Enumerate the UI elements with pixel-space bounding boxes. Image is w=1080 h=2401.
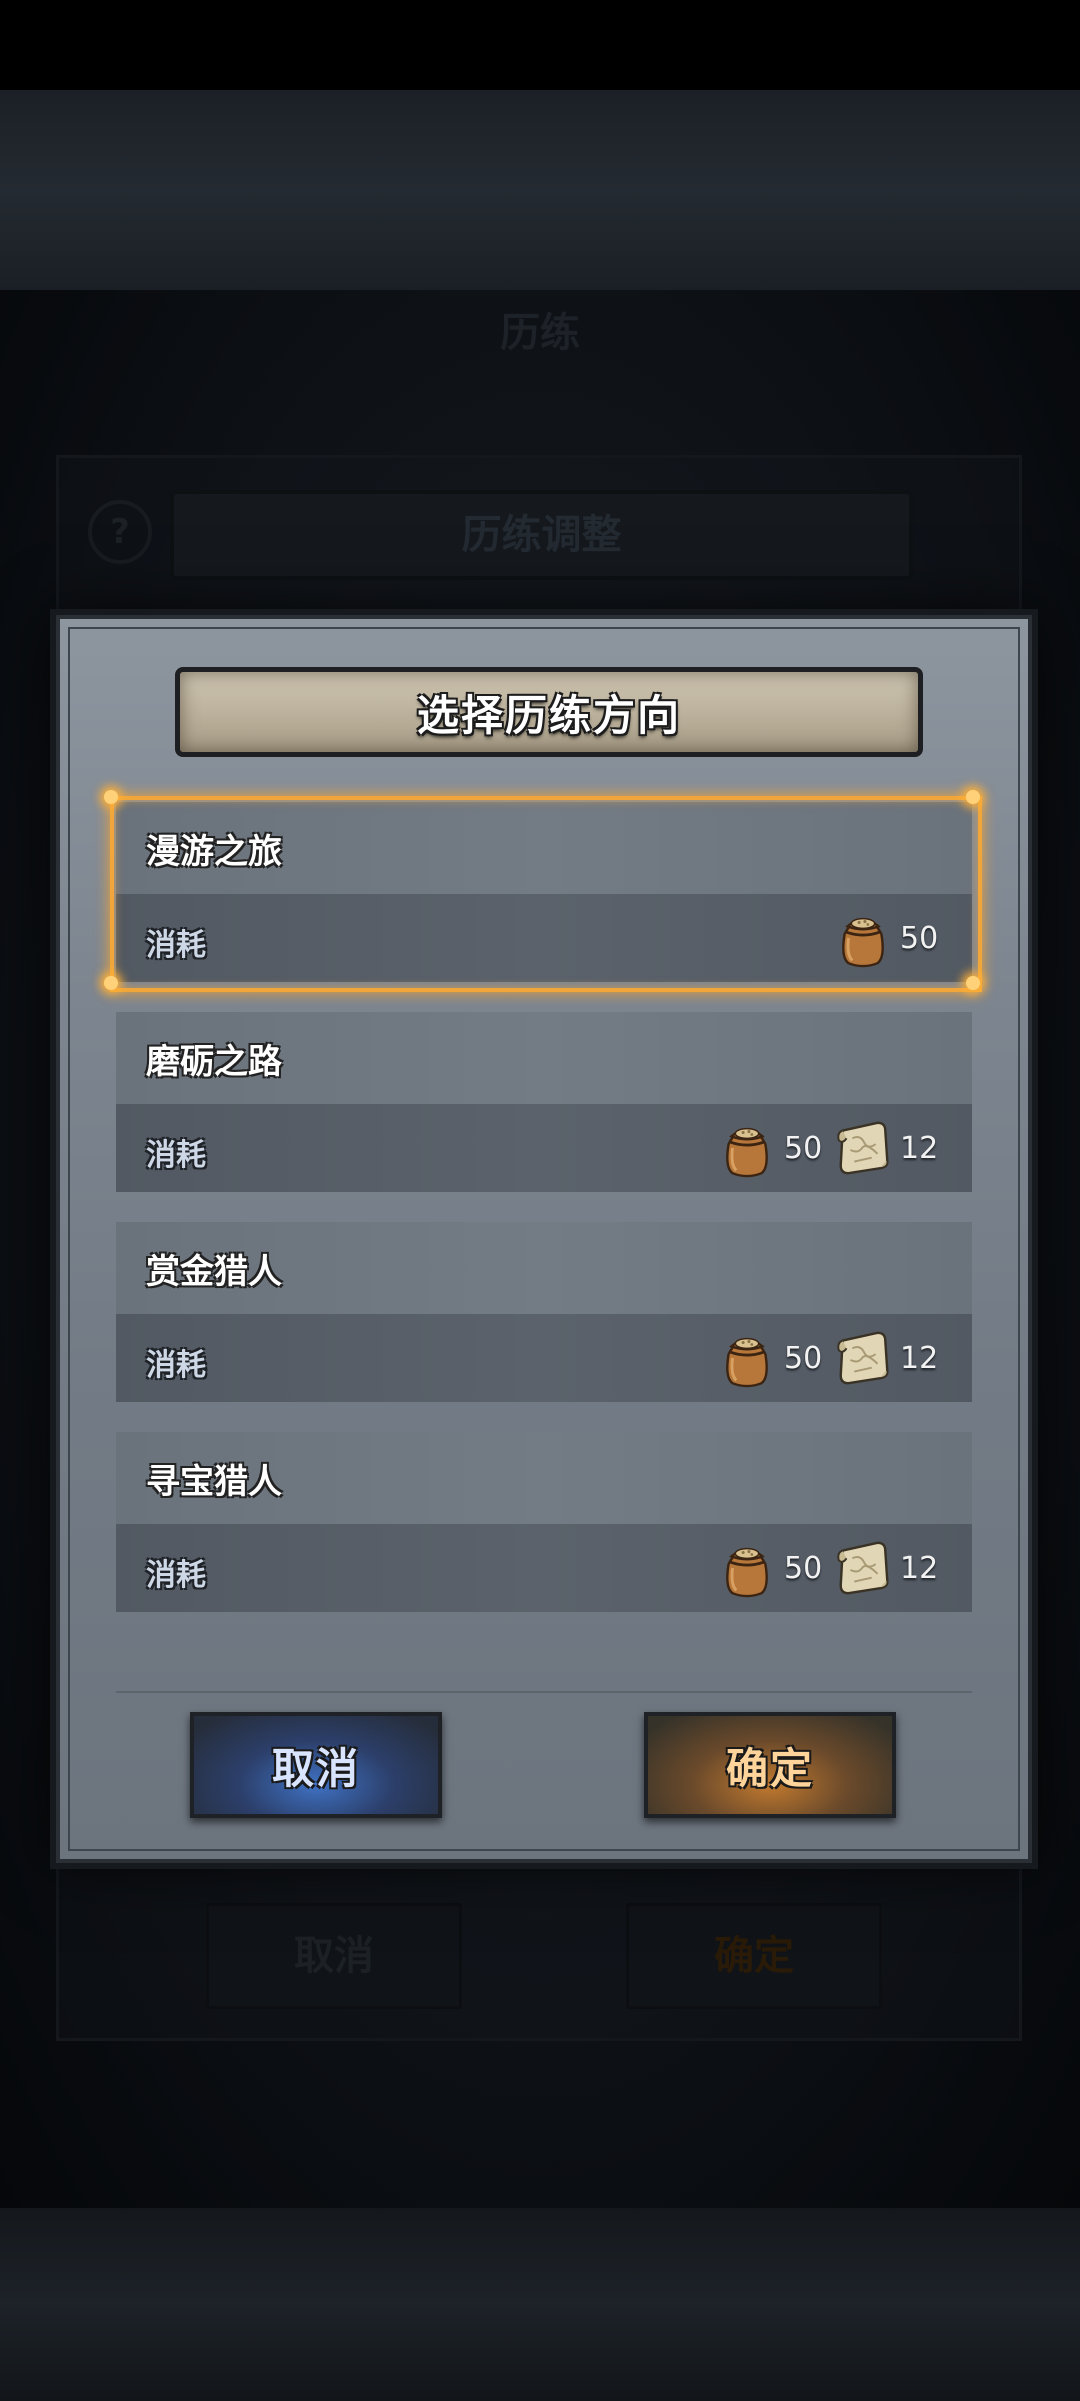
option-name: 寻宝猎人 — [146, 1462, 282, 1502]
scroll-map-icon — [837, 1331, 889, 1385]
scroll-map-icon — [837, 1541, 889, 1595]
cost-item: 50 — [834, 906, 942, 970]
dialog-divider — [116, 1691, 972, 1693]
confirm-button-label: 确定 — [725, 1743, 814, 1793]
training-option[interactable]: 漫游之旅消耗 50 — [104, 790, 982, 992]
grain-sack-icon — [725, 1337, 769, 1388]
selection-corner-glow — [104, 790, 118, 804]
cost-amount: 50 — [784, 1550, 823, 1586]
cost-item: 12 — [834, 1536, 942, 1600]
cost-item: 12 — [834, 1326, 942, 1390]
cost-item: 12 — [834, 1116, 942, 1180]
confirm-button[interactable]: 确定 — [644, 1712, 896, 1818]
underlying-panel-title: 历练调整 — [170, 490, 913, 580]
cost-amount: 12 — [900, 1130, 939, 1166]
training-option[interactable]: 寻宝猎人消耗 50 12 — [116, 1432, 972, 1612]
cost-amount: 12 — [900, 1550, 939, 1586]
option-name: 漫游之旅 — [146, 832, 282, 872]
cost-amount: 12 — [900, 1340, 939, 1376]
cost-label: 消耗 — [146, 1138, 206, 1173]
cancel-button-label: 取消 — [271, 1743, 360, 1793]
training-option[interactable]: 磨砺之路消耗 50 12 — [116, 1012, 972, 1192]
selection-corner-glow — [104, 976, 118, 990]
cost-label: 消耗 — [146, 1558, 206, 1593]
option-name: 磨砺之路 — [146, 1042, 282, 1082]
cost-item: 50 — [718, 1116, 826, 1180]
cost-amount: 50 — [784, 1340, 823, 1376]
underlying-confirm-button: 确定 — [626, 1903, 882, 2009]
selection-corner-glow — [966, 790, 980, 804]
cost-label: 消耗 — [146, 1348, 206, 1383]
selection-corner-glow — [966, 976, 980, 990]
underlying-page-title: 历练 — [500, 310, 580, 356]
scroll-map-icon — [837, 1121, 889, 1175]
cost-item: 50 — [718, 1536, 826, 1600]
cancel-button[interactable]: 取消 — [190, 1712, 442, 1818]
cost-label: 消耗 — [146, 928, 206, 963]
grain-sack-icon — [841, 917, 885, 968]
dialog-title: 选择历练方向 — [416, 690, 681, 740]
underlying-cancel-button: 取消 — [206, 1903, 462, 2009]
select-training-direction-dialog: 选择历练方向 漫游之旅 消耗 50 磨砺之路 消耗 50 12 赏金猎人 消耗 50 12 寻宝猎人消… — [56, 615, 1032, 1863]
option-name: 赏金猎人 — [146, 1252, 282, 1292]
grain-sack-icon — [725, 1127, 769, 1178]
cost-amount: 50 — [784, 1130, 823, 1166]
cost-item: 50 — [718, 1326, 826, 1390]
dialog-title-banner: 选择历练方向 — [175, 667, 923, 757]
cost-amount: 50 — [900, 920, 939, 956]
grain-sack-icon — [725, 1547, 769, 1598]
help-icon: ? — [88, 500, 152, 564]
training-option[interactable]: 赏金猎人消耗 50 12 — [116, 1222, 972, 1402]
background-top-band — [0, 90, 1080, 290]
background-bottom-band — [0, 2208, 1080, 2401]
